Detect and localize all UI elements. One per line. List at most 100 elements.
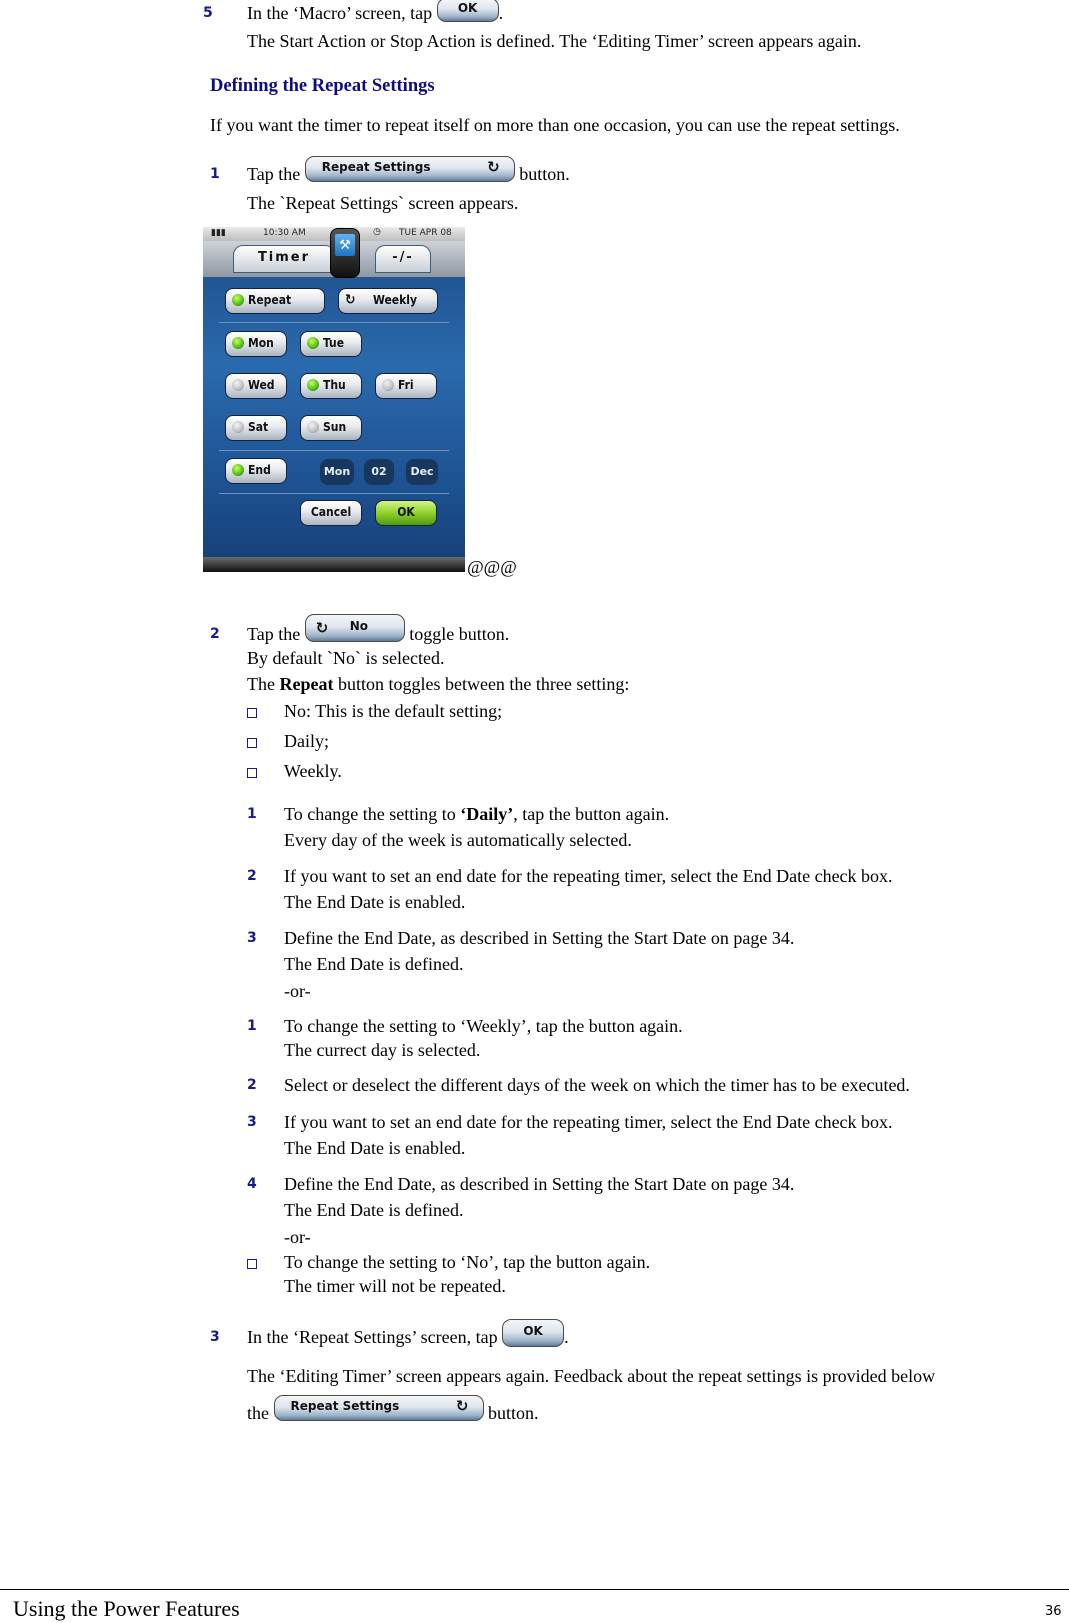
step-number: 2 [247,1077,257,1093]
end-weekday-field[interactable]: Mon [320,459,354,485]
unchecked-indicator [382,379,394,391]
step-text-part: the [247,1403,269,1423]
bottom-bar [203,557,465,572]
page-number: 36 [1045,1604,1062,1619]
or-separator: -or- [284,1227,311,1247]
unchecked-indicator [307,421,319,433]
step-line: By default `No` is selected. [247,648,445,668]
step-text: Tap the Repeat Settings ↻ button. [247,155,570,185]
option-item: To change the setting to ‘No’, tap the b… [284,1252,651,1272]
step-number: 1 [210,166,220,182]
status-time: 10:30 AM [263,228,306,238]
checked-indicator [232,464,244,476]
day-label: Wed [248,378,275,392]
step-result: The ‘Editing Timer’ screen appears again… [247,1366,936,1386]
bullet-icon [247,1259,257,1269]
tab-date[interactable]: -/- [375,245,431,273]
end-label: End [248,463,271,477]
step-text-part: Tap the [247,164,301,184]
wrench-icon: ⚒ [335,234,355,256]
status-date: TUE APR 08 [399,228,452,238]
cancel-button[interactable]: Cancel [300,500,362,526]
day-thu[interactable]: Thu [300,373,362,399]
repeat-mode-toggle[interactable]: ↻ Weekly [338,288,438,314]
divider [219,322,449,323]
repeat-mode-label: Weekly [373,293,418,307]
day-label: Tue [323,336,345,350]
ok-button-label: OK [457,0,478,15]
step-text: In the ‘Macro’ screen, tap OK. [247,0,504,24]
end-day-field[interactable]: 02 [364,459,394,485]
step-text-part: In the ‘Macro’ screen, tap [247,3,433,23]
repeat-toggle-button[interactable]: ↻ No [304,613,405,642]
day-label: Fri [398,378,414,392]
day-tue[interactable]: Tue [300,331,362,357]
step-number: 1 [247,1018,257,1034]
unchecked-indicator [232,421,244,433]
step-text: To change the setting to ‘Weekly’, tap t… [284,1016,683,1036]
repeat-settings-screen: ▮▮▮ 10:30 AM ◷ TUE APR 08 Timer -/- ⚒ Re… [203,227,465,572]
step-result: The End Date is enabled. [284,892,466,912]
checked-indicator [307,379,319,391]
handset-settings-icon: ⚒ [330,228,360,278]
day-sat[interactable]: Sat [225,415,287,441]
bullet-icon [247,708,257,718]
step-text: Tap the ↻ No toggle button. [247,613,510,645]
footer-title: Using the Power Features [13,1596,240,1621]
ok-button[interactable]: OK [502,1318,565,1347]
repeat-settings-label: Repeat Settings [321,159,431,174]
repeat-label: Repeat [248,293,292,307]
step-number: 2 [247,868,257,884]
end-date-checkbox[interactable]: End [225,458,287,484]
step-result: The currect day is selected. [284,1040,481,1060]
repeat-settings-label: Repeat Settings [290,1398,400,1413]
step-result: The Start Action or Stop Action is defin… [247,31,862,51]
day-sun[interactable]: Sun [300,415,362,441]
step-text-part: Tap the [247,624,301,644]
emphasis: ‘Daily’ [460,804,514,824]
step-text: Define the End Date, as described in Set… [284,1174,795,1194]
footer-divider [0,1589,1069,1590]
day-fri[interactable]: Fri [375,373,437,399]
punctuation: . [498,3,504,23]
step-text: If you want to set an end date for the r… [284,866,893,886]
step-result: Every day of the week is automatically s… [284,830,632,850]
tab-timer[interactable]: Timer [233,245,335,273]
unchecked-indicator [232,379,244,391]
ok-button[interactable]: OK [375,500,437,526]
repeat-settings-button[interactable]: Repeat Settings ↻ [273,1394,484,1421]
checked-indicator [232,337,244,349]
bullet-icon [247,768,257,778]
section-intro: If you want the timer to repeat itself o… [210,115,900,135]
day-label: Sat [248,420,269,434]
cycle-arrows-icon: ↻ [315,618,329,637]
step-text-part: , tap the button again. [513,804,670,824]
step-line: The Repeat button toggles between the th… [247,673,629,695]
day-mon[interactable]: Mon [225,331,287,357]
punctuation: . [564,1327,569,1347]
step-text: To change the setting to ‘Daily’, tap th… [284,803,669,825]
repeat-settings-button[interactable]: Repeat Settings ↻ [304,155,515,182]
day-wed[interactable]: Wed [225,373,287,399]
section-heading: Defining the Repeat Settings [210,76,435,96]
option-item: No: This is the default setting; [284,701,503,721]
step-number: 3 [210,1329,220,1345]
ok-button-label: OK [523,1323,543,1338]
bullet-icon [247,738,257,748]
step-text: Define the End Date, as described in Set… [284,928,795,948]
divider [219,493,449,494]
figure-placeholder: @@@ [467,557,517,577]
step-result: The End Date is enabled. [284,1138,466,1158]
end-month-field[interactable]: Dec [406,459,438,485]
repeat-checkbox-button[interactable]: Repeat [225,288,325,314]
battery-icon: ▮▮▮ [211,228,226,238]
step-result: The End Date is defined. [284,1200,464,1220]
ok-button[interactable]: OK [436,0,499,22]
step-number: 4 [247,1176,257,1192]
step-number: 1 [247,806,257,822]
step-number: 2 [210,626,220,642]
step-text-part: toggle button. [409,624,510,644]
step-text-part: In the ‘Repeat Settings’ screen, tap [247,1327,498,1347]
step-text-part: button toggles between the three setting… [333,674,630,694]
step-number: 3 [247,930,257,946]
